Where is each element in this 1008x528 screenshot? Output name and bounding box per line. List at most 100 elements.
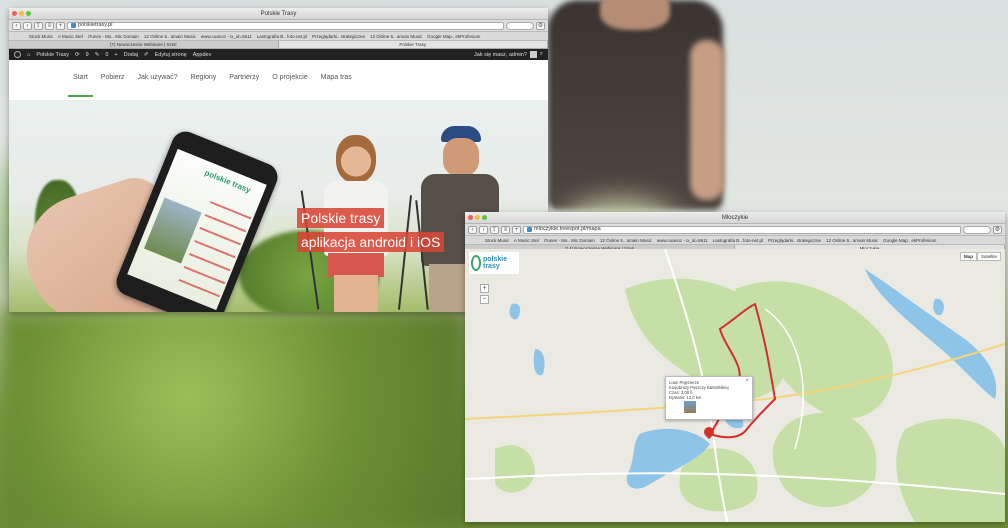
browser-window-map: Mloczykie ‹ › ⇪ ≡ + mloczykie.treespot.p… xyxy=(465,212,1005,522)
tab-webinar[interactable]: (7) Nowoczesne Webinare | Szeti xyxy=(9,41,279,48)
background-hiker-head xyxy=(600,0,670,30)
forward-icon[interactable]: › xyxy=(23,21,32,30)
search-input[interactable] xyxy=(506,21,534,30)
updates-count[interactable]: 9 xyxy=(86,52,89,58)
back-icon[interactable]: ‹ xyxy=(12,21,21,30)
edit-icon[interactable]: ✐ xyxy=(144,52,149,58)
bookmark-link[interactable]: 12 Online 5.. amain Music xyxy=(826,238,878,243)
nav-item-o-projekcie[interactable]: O projekcie xyxy=(272,74,307,97)
window-controls xyxy=(12,11,31,16)
admin-home-icon[interactable]: ⌂ xyxy=(27,52,30,58)
bookmark-link[interactable]: iTunes - Mo.. Mic Domain xyxy=(544,238,595,243)
bookmark-link[interactable]: e Music Stel xyxy=(514,238,539,243)
bookmark-link[interactable]: Lastografia B.. foto-net.pl xyxy=(713,238,763,243)
map-type-switcher: Map Satellite xyxy=(959,252,1001,261)
bookmarks-bar: Stock Music e Music Stel iTunes - Mo.. M… xyxy=(465,236,1005,245)
forest-area xyxy=(772,412,877,508)
updates-icon[interactable]: ⟳ xyxy=(75,52,80,58)
search-icon[interactable]: ⌕ xyxy=(540,51,543,58)
admin-new-button[interactable]: Dodaj xyxy=(124,52,138,58)
admin-account[interactable]: Jak się masz, admin? ⌕ xyxy=(474,51,543,58)
forest-area xyxy=(896,418,1005,522)
zoom-window-button[interactable] xyxy=(482,215,487,220)
address-bar[interactable]: mloczykie.treespot.pl/mapa xyxy=(523,225,961,234)
bookmark-link[interactable]: e Music Stel xyxy=(58,34,83,39)
bookmark-link[interactable]: Stock Music xyxy=(485,238,509,243)
zoom-in-button[interactable]: + xyxy=(480,284,489,293)
nav-item-jak-uzywac[interactable]: Jak używać? xyxy=(138,74,178,97)
add-icon[interactable]: + xyxy=(56,21,65,30)
nav-item-partnerzy[interactable]: Partnerzy xyxy=(229,74,259,97)
zoom-controls: + − xyxy=(480,284,489,304)
admin-edit-button[interactable]: Edytuj stronę xyxy=(155,52,187,58)
bookmark-link[interactable]: Przeglądarki.. strategiczne xyxy=(768,238,821,243)
back-icon[interactable]: ‹ xyxy=(468,225,477,234)
wordpress-icon[interactable] xyxy=(14,51,21,58)
settings-icon[interactable]: ⚙ xyxy=(993,225,1002,234)
hero-caption: Polskie trasy aplikacja android i iOS xyxy=(297,208,445,252)
minimize-window-button[interactable] xyxy=(475,215,480,220)
bookmark-link[interactable]: www.cuanoc - ix_id=5611 xyxy=(657,238,708,243)
map-type-map-button[interactable]: Map xyxy=(959,252,977,261)
bookmark-link[interactable]: iTunes - Mo.. Mic Domain xyxy=(88,34,139,39)
browser-toolbar: ‹ › ⇪ ≡ + polskietrasy.pl ⚙ xyxy=(9,20,548,32)
phone-app-logo: polskie trasy xyxy=(203,168,253,195)
background-foliage xyxy=(0,308,470,528)
forward-icon[interactable]: › xyxy=(479,225,488,234)
comments-icon[interactable]: ✎ xyxy=(95,52,100,58)
search-input[interactable] xyxy=(963,225,991,234)
hiker-legs xyxy=(334,275,378,312)
wp-admin-bar: ⌂ Polskie Trasy ⟳ 9 ✎ 0 + Dodaj ✐ Edytuj… xyxy=(9,49,548,60)
map-type-satellite-button[interactable]: Satellite xyxy=(976,252,1001,261)
bookmark-link[interactable]: www.cuanoc - ix_id=5611 xyxy=(201,34,252,39)
background-hiker-arm xyxy=(690,40,724,200)
settings-icon[interactable]: ⚙ xyxy=(536,21,545,30)
minimize-window-button[interactable] xyxy=(19,11,24,16)
address-bar[interactable]: polskietrasy.pl xyxy=(67,21,504,30)
bookmark-link[interactable]: Przeglądarki.. strategiczne xyxy=(312,34,365,39)
admin-site-name[interactable]: Polskie Trasy xyxy=(36,52,69,58)
avatar[interactable] xyxy=(529,51,537,58)
close-icon[interactable]: × xyxy=(745,378,749,384)
close-window-button[interactable] xyxy=(12,11,17,16)
reader-icon[interactable]: ≡ xyxy=(501,225,510,234)
window-controls xyxy=(468,215,487,220)
zoom-window-button[interactable] xyxy=(26,11,31,16)
add-new-icon[interactable]: + xyxy=(114,52,117,58)
site-favicon-icon xyxy=(71,23,76,28)
map-brand-logo: polskie trasy xyxy=(469,252,519,274)
add-icon[interactable]: + xyxy=(512,225,521,234)
lake xyxy=(933,298,944,316)
lake xyxy=(533,349,545,376)
logo-text: polskie trasy xyxy=(483,256,507,270)
admin-plugin-link[interactable]: Appdev xyxy=(193,52,212,58)
window-title: Polskie Trasy xyxy=(260,10,297,17)
nav-item-mapa-tras[interactable]: Mapa tras xyxy=(321,74,352,97)
reader-icon[interactable]: ≡ xyxy=(45,21,54,30)
hero-title: Polskie trasy xyxy=(297,208,385,228)
bookmark-link[interactable]: 12 Online 5.. amain Music xyxy=(144,34,196,39)
comments-count[interactable]: 0 xyxy=(105,52,108,58)
site-favicon-icon xyxy=(527,227,532,232)
bookmark-link[interactable]: Lastografia B.. foto-net.pl xyxy=(257,34,307,39)
bookmarks-bar: Stock Music e Music Stel iTunes - Mo.. M… xyxy=(9,32,548,41)
browser-toolbar: ‹ › ⇪ ≡ + mloczykie.treespot.pl/mapa ⚙ xyxy=(465,224,1005,236)
tab-polskie-trasy[interactable]: Polskie Trasy xyxy=(278,41,548,48)
hiker-shorts xyxy=(328,253,384,277)
share-icon[interactable]: ⇪ xyxy=(34,21,43,30)
bookmark-link[interactable]: 12 Online 5.. amain Music xyxy=(370,34,422,39)
route-thumbnail xyxy=(684,401,696,413)
route-info-window[interactable]: × Loan Pojezierze Krajobrazy Puszczy Bar… xyxy=(665,376,753,420)
zoom-out-button[interactable]: − xyxy=(480,295,489,304)
bookmark-link[interactable]: Google Map.. ekProfesiom xyxy=(427,34,480,39)
close-window-button[interactable] xyxy=(468,215,473,220)
nav-item-regiony[interactable]: Regiony xyxy=(191,74,217,97)
bookmark-link[interactable]: Stock Music xyxy=(29,34,53,39)
share-icon[interactable]: ⇪ xyxy=(490,225,499,234)
map-canvas[interactable]: polskie trasy Map Satellite + − × Loan P… xyxy=(465,249,1005,522)
info-line-4: Dystans: 13,0 km xyxy=(669,395,702,400)
bookmark-link[interactable]: Google Map.. ekProfesiom xyxy=(883,238,936,243)
bookmark-link[interactable]: 12 Online 5.. amain Music xyxy=(600,238,652,243)
nav-item-start[interactable]: Start xyxy=(68,74,93,97)
nav-item-pobierz[interactable]: Pobierz xyxy=(101,74,125,97)
